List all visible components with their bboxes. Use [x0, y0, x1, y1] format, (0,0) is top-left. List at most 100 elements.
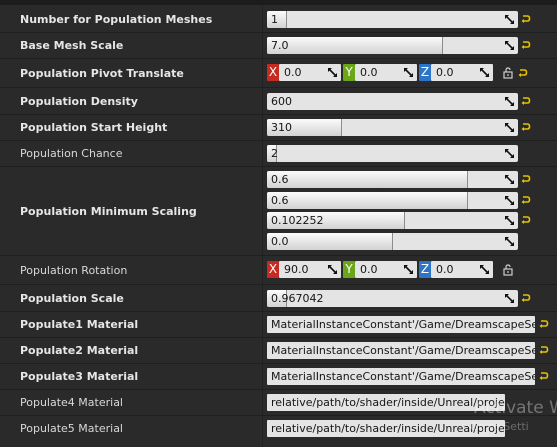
- populate4-material-field[interactable]: relative/path/to/shader/inside/Unreal/pr…: [267, 394, 505, 411]
- row-divider: [0, 87, 557, 88]
- base-mesh-scale-slider[interactable]: 7.0: [267, 37, 518, 54]
- label-population-pivot-translate: Population Pivot Translate: [20, 67, 184, 80]
- population-density-field[interactable]: 600: [267, 93, 518, 110]
- row-divider: [0, 363, 557, 364]
- label-populate2-material: Populate2 Material: [20, 344, 139, 357]
- row-divider: [0, 58, 557, 59]
- pivot-y-field[interactable]: 0.0: [355, 64, 417, 81]
- populate1-material-field[interactable]: MaterialInstanceConstant'/Game/Dreamscap…: [267, 316, 535, 333]
- rotation-z-field[interactable]: 0.0: [431, 261, 493, 278]
- label-base-mesh-scale: Base Mesh Scale: [20, 39, 124, 52]
- row-divider: [0, 166, 557, 167]
- min-scaling-slider-3[interactable]: 0.102252: [267, 212, 518, 229]
- row-divider: [0, 389, 557, 390]
- slider-value: 0.967042: [271, 292, 324, 305]
- reset-arrow-icon[interactable]: [539, 345, 549, 355]
- reset-arrow-icon[interactable]: [518, 68, 528, 78]
- field-value: 0.0: [284, 66, 302, 79]
- field-value: 0.0: [436, 263, 454, 276]
- slider-value: 7.0: [271, 39, 289, 52]
- reset-arrow-icon[interactable]: [521, 14, 531, 24]
- z-axis-label: Z: [419, 64, 431, 81]
- rotation-x-field[interactable]: 90.0: [279, 261, 341, 278]
- drag-grip-icon[interactable]: [504, 148, 515, 159]
- activate-windows-watermark: Activate W: [474, 398, 557, 418]
- panel-top-border: [0, 0, 557, 5]
- population-scale-slider[interactable]: 0.967042: [267, 290, 518, 307]
- population-chance-slider[interactable]: 2: [267, 145, 518, 162]
- label-populate4-material: Populate4 Material: [20, 396, 123, 409]
- slider-value: 0.102252: [271, 214, 324, 227]
- population-start-height-slider[interactable]: 310: [267, 119, 518, 136]
- field-value: 600: [271, 95, 292, 108]
- drag-grip-icon[interactable]: [504, 96, 515, 107]
- activate-windows-subtext: Go to Setti: [470, 420, 529, 433]
- reset-arrow-icon[interactable]: [539, 319, 549, 329]
- min-scaling-slider-1[interactable]: 0.6: [267, 171, 518, 188]
- label-population-minimum-scaling: Population Minimum Scaling: [20, 205, 197, 218]
- slider-fill: [267, 171, 468, 188]
- field-value: 0.0: [436, 66, 454, 79]
- reset-arrow-icon[interactable]: [521, 40, 531, 50]
- label-population-chance: Population Chance: [20, 147, 123, 160]
- slider-value: 0.0: [271, 235, 289, 248]
- field-value: 90.0: [284, 263, 309, 276]
- drag-grip-icon[interactable]: [479, 67, 490, 78]
- label-population-scale: Population Scale: [20, 292, 124, 305]
- slider-fill: [267, 192, 468, 209]
- drag-grip-icon[interactable]: [504, 122, 515, 133]
- slider-fill: [267, 37, 443, 54]
- drag-grip-icon[interactable]: [327, 67, 338, 78]
- label-number-population-meshes: Number for Population Meshes: [20, 13, 213, 26]
- slider-value: 310: [271, 121, 292, 134]
- label-populate3-material: Populate3 Material: [20, 370, 139, 383]
- drag-grip-icon[interactable]: [504, 195, 515, 206]
- row-divider: [0, 255, 557, 256]
- populate3-material-field[interactable]: MaterialInstanceConstant'/Game/Dreamscap…: [267, 368, 535, 385]
- drag-grip-icon[interactable]: [504, 14, 515, 25]
- field-value: MaterialInstanceConstant'/Game/Dreamscap…: [271, 370, 535, 383]
- populate2-material-field[interactable]: MaterialInstanceConstant'/Game/Dreamscap…: [267, 342, 535, 359]
- field-value: 0.0: [360, 263, 378, 276]
- min-scaling-slider-4[interactable]: 0.0: [267, 233, 518, 250]
- field-value: MaterialInstanceConstant'/Game/Dreamscap…: [271, 318, 535, 331]
- rotation-y-field[interactable]: 0.0: [355, 261, 417, 278]
- label-population-rotation: Population Rotation: [20, 264, 128, 277]
- min-scaling-slider-2[interactable]: 0.6: [267, 192, 518, 209]
- pivot-x-field[interactable]: 0.0: [279, 64, 341, 81]
- drag-grip-icon[interactable]: [327, 264, 338, 275]
- field-value: MaterialInstanceConstant'/Game/Dreamscap…: [271, 344, 535, 357]
- drag-grip-icon[interactable]: [403, 264, 414, 275]
- drag-grip-icon[interactable]: [479, 264, 490, 275]
- reset-arrow-icon[interactable]: [521, 215, 531, 225]
- column-separator: [262, 5, 263, 447]
- reset-arrow-icon[interactable]: [521, 96, 531, 106]
- row-divider: [0, 284, 557, 285]
- reset-arrow-icon[interactable]: [521, 293, 531, 303]
- row-divider: [0, 337, 557, 338]
- reset-arrow-icon[interactable]: [539, 371, 549, 381]
- y-axis-label: Y: [343, 261, 355, 278]
- drag-grip-icon[interactable]: [504, 236, 515, 247]
- label-populate1-material: Populate1 Material: [20, 318, 139, 331]
- drag-grip-icon[interactable]: [504, 215, 515, 226]
- reset-arrow-icon[interactable]: [521, 122, 531, 132]
- reset-arrow-icon[interactable]: [521, 174, 531, 184]
- drag-grip-icon[interactable]: [403, 67, 414, 78]
- label-population-start-height: Population Start Height: [20, 121, 168, 134]
- drag-grip-icon[interactable]: [504, 174, 515, 185]
- slider-value: 2: [271, 147, 278, 160]
- pivot-z-field[interactable]: 0.0: [431, 64, 493, 81]
- drag-grip-icon[interactable]: [504, 293, 515, 304]
- lock-icon[interactable]: [503, 264, 513, 276]
- x-axis-label: X: [267, 64, 279, 81]
- slider-value: 0.6: [271, 173, 289, 186]
- number-population-meshes-slider[interactable]: 1: [267, 11, 518, 28]
- reset-arrow-icon[interactable]: [521, 195, 531, 205]
- field-value: 0.0: [360, 66, 378, 79]
- drag-grip-icon[interactable]: [504, 40, 515, 51]
- row-divider: [0, 114, 557, 115]
- lock-icon[interactable]: [503, 67, 513, 79]
- slider-value: 0.6: [271, 194, 289, 207]
- field-value: relative/path/to/shader/inside/Unreal/pr…: [271, 396, 505, 409]
